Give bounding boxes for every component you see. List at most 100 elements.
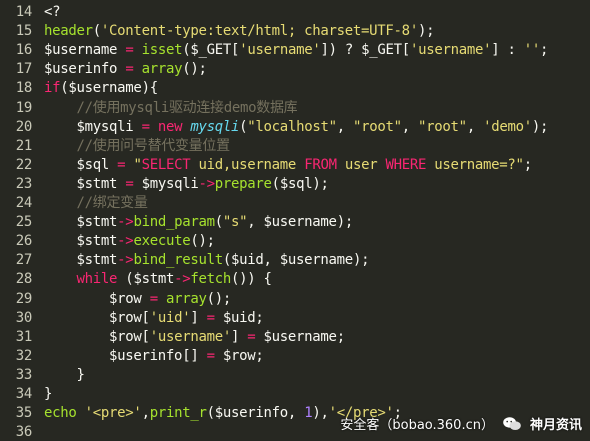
code-token: "root" (418, 118, 467, 135)
code-token: ); (352, 252, 370, 269)
code-token: array (141, 61, 183, 78)
code-text: $mysqli = new mysqli("localhost", "root"… (44, 118, 549, 135)
code-line: 21 //使用问号替代变量位置 (0, 137, 230, 156)
code-token: [ (141, 328, 150, 345)
code-token: ()) { (231, 271, 272, 288)
code-token: $mysqli (141, 175, 199, 192)
code-token: " (133, 156, 142, 173)
code-token: ), (312, 405, 329, 422)
code-token: ( (206, 405, 215, 422)
code-text: $userinfo = array(); (44, 61, 207, 77)
code-line: 33 } (0, 366, 85, 385)
code-token: $sql (279, 175, 313, 192)
code-token: "localhost" (247, 118, 337, 135)
code-text: $userinfo[] = $row; (44, 348, 264, 364)
code-token: "s" (222, 214, 248, 231)
code-line: 32 $userinfo[] = $row; (0, 347, 264, 366)
code-token: , (336, 118, 353, 135)
line-number: 26 (15, 233, 33, 250)
code-token: $username (263, 328, 337, 345)
code-token: //绑定变量 (76, 195, 148, 211)
code-text: $username = isset($_GET['username']) ? $… (44, 42, 548, 58)
code-token: $stmt (76, 252, 118, 269)
code-text: } (44, 386, 52, 402)
code-token: ( (222, 252, 231, 269)
code-token: $userinfo (214, 405, 288, 422)
code-line: 17 $userinfo = array(); (0, 60, 207, 79)
line-number: 34 (15, 386, 33, 402)
code-token: header (44, 23, 93, 40)
code-token: = (206, 347, 215, 364)
code-token: , (263, 252, 280, 269)
code-token: 'uid' (149, 309, 191, 326)
code-token: -> (174, 271, 191, 288)
code-token: , (247, 214, 264, 231)
code-token: 'username' (149, 328, 232, 345)
code-token: ); (531, 118, 549, 135)
code-token: = (149, 290, 158, 307)
code-token: -> (117, 233, 134, 250)
code-editor[interactable]: 14 <? 15 header('Content-type:text/html; ch… (0, 0, 590, 441)
code-text: $stmt->bind_param("s", $username); (44, 214, 354, 231)
code-text: if($username){ (44, 80, 158, 96)
code-token: FROM (304, 156, 337, 173)
code-token: $stmt (76, 214, 118, 231)
line-number: 15 (15, 23, 33, 40)
code-text: <? (44, 4, 61, 20)
line-number: 31 (15, 328, 33, 345)
code-token: ){ (141, 80, 159, 97)
line-number: 23 (15, 175, 33, 192)
code-token: array (165, 290, 207, 307)
code-token: ); (417, 23, 435, 40)
code-token: '<pre>' (84, 405, 142, 422)
code-token: print_r (149, 405, 207, 422)
code-token: execute (133, 233, 191, 250)
code-token: ]) ? (320, 42, 362, 59)
line-number: 32 (15, 347, 33, 364)
watermark-brand: 神月资讯 (529, 418, 582, 433)
line-number: 19 (15, 99, 33, 116)
line-number: 17 (15, 61, 33, 78)
code-token: ( (117, 271, 134, 288)
line-number: 18 (15, 80, 33, 97)
code-token: bind_result (133, 252, 223, 269)
line-number: 29 (15, 290, 33, 307)
code-token: SELECT (141, 156, 191, 173)
code-line: 29 $row = array(); (0, 290, 232, 309)
code-line: 30 $row['uid'] = $uid; (0, 309, 264, 328)
code-token: fetch (190, 271, 232, 288)
code-token: '' (523, 42, 541, 59)
code-text: $row['uid'] = $uid; (44, 310, 264, 326)
code-token: isset (141, 42, 183, 59)
code-text: while ($stmt->fetch()) { (44, 271, 272, 287)
code-token: if (44, 80, 61, 97)
line-number: 24 (15, 195, 33, 211)
code-token: ; (336, 328, 345, 345)
code-token: ] : (491, 42, 524, 59)
code-token: } (44, 386, 53, 402)
code-text: $stmt->bind_result($uid, $username); (44, 252, 370, 269)
code-token: new (157, 118, 183, 135)
code-token: $row (109, 290, 142, 307)
code-token: [ (401, 42, 410, 59)
code-token: ; (523, 156, 532, 173)
line-number: 27 (15, 252, 33, 269)
code-token: 'username' (239, 42, 321, 59)
